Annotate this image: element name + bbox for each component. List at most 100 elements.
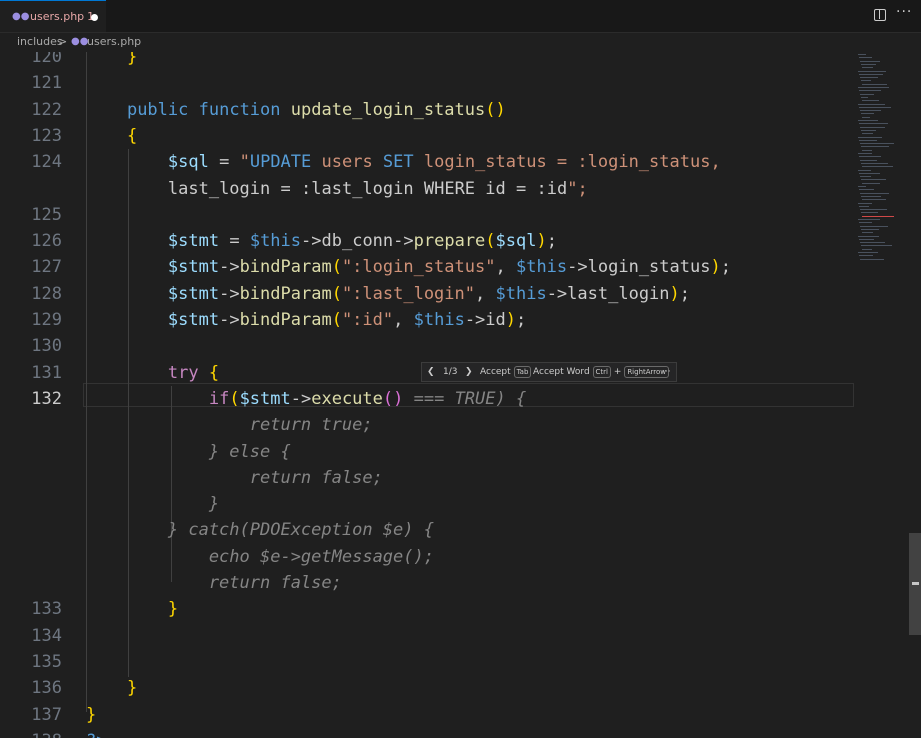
code-text[interactable]: $stmt->bindParam(":login_status", $this-… bbox=[86, 254, 731, 280]
code-line[interactable]: 137} bbox=[0, 702, 854, 728]
minimap-line bbox=[861, 162, 888, 164]
php-elephant-icon: ●● bbox=[12, 11, 30, 22]
breadcrumb: includes > ●● users.php bbox=[0, 32, 921, 52]
minimap-line bbox=[859, 139, 878, 141]
code-line[interactable]: } catch(PDOException $e) { bbox=[0, 517, 854, 543]
minimap-line bbox=[861, 195, 881, 197]
minimap-line bbox=[862, 182, 881, 184]
accept-key: Tab bbox=[513, 366, 532, 378]
minimap-line bbox=[861, 63, 877, 65]
breadcrumb-folder[interactable]: includes bbox=[17, 32, 63, 51]
minimap-line bbox=[860, 143, 894, 145]
code-text[interactable]: } bbox=[86, 596, 178, 622]
code-text[interactable]: } catch(PDOException $e) { bbox=[86, 517, 434, 543]
code-text[interactable]: } bbox=[86, 702, 96, 728]
code-line[interactable]: 124 $sql = "UPDATE users SET login_statu… bbox=[0, 149, 854, 175]
chevron-right-icon[interactable]: ❯ bbox=[465, 363, 473, 381]
minimap-line bbox=[858, 87, 889, 88]
code-line[interactable]: 127 $stmt->bindParam(":login_status", $t… bbox=[0, 254, 854, 280]
code-text[interactable]: try { bbox=[86, 360, 219, 386]
code-line[interactable]: echo $e->getMessage(); bbox=[0, 544, 854, 570]
code-line[interactable]: return false; bbox=[0, 465, 854, 491]
line-number: 136 bbox=[31, 678, 62, 699]
code-line[interactable]: return false; bbox=[0, 570, 854, 596]
code-line[interactable]: } bbox=[0, 491, 854, 517]
minimap-line bbox=[859, 123, 889, 125]
inline-suggestion-toolbar: ❮ 1/3 ❯ Accept Tab Accept Word Ctrl + Ri… bbox=[421, 362, 677, 382]
code-line[interactable]: } else { bbox=[0, 439, 854, 465]
code-text[interactable]: return true; bbox=[86, 412, 373, 438]
minimap-line bbox=[858, 252, 878, 253]
code-line[interactable]: 136 } bbox=[0, 675, 854, 701]
code-text[interactable]: } else { bbox=[86, 439, 291, 465]
breadcrumb-file[interactable]: users.php bbox=[87, 32, 141, 51]
tab-bar: ●● users.php1 ··· bbox=[0, 0, 921, 33]
code-line[interactable]: 129 $stmt->bindParam(":id", $this->id); bbox=[0, 307, 854, 333]
line-number: 133 bbox=[31, 599, 62, 620]
code-line[interactable]: return true; bbox=[0, 412, 854, 438]
code-text[interactable]: } bbox=[86, 675, 137, 701]
code-line[interactable]: 134 bbox=[0, 623, 854, 649]
code-line[interactable]: 121 bbox=[0, 70, 854, 96]
accept-button[interactable]: Accept Tab bbox=[480, 363, 532, 381]
minimap-line bbox=[858, 153, 872, 154]
tab-users-php[interactable]: ●● users.php1 bbox=[0, 0, 106, 32]
code-line[interactable]: 128 $stmt->bindParam(":last_login", $thi… bbox=[0, 281, 854, 307]
minimap-line bbox=[858, 103, 885, 105]
line-number: 124 bbox=[31, 152, 62, 173]
minimap-line bbox=[862, 100, 879, 102]
code-line[interactable]: 133 } bbox=[0, 596, 854, 622]
more-options-button[interactable]: ··· bbox=[662, 363, 671, 381]
code-text[interactable]: return false; bbox=[86, 570, 342, 596]
minimap-line bbox=[859, 205, 869, 207]
minimap-line bbox=[862, 67, 874, 69]
code-line[interactable]: 126 $stmt = $this->db_conn->prepare($sql… bbox=[0, 228, 854, 254]
ctrl-key: Ctrl bbox=[592, 366, 612, 378]
more-actions-icon[interactable]: ··· bbox=[896, 4, 912, 20]
minimap-line bbox=[859, 238, 875, 240]
minimap[interactable] bbox=[854, 52, 909, 738]
minimap-line bbox=[858, 70, 886, 72]
code-text[interactable]: $stmt->bindParam(":last_login", $this->l… bbox=[86, 281, 690, 307]
minimap-line bbox=[859, 222, 872, 224]
unsaved-dot-icon[interactable] bbox=[91, 14, 98, 21]
code-line[interactable]: 120 } bbox=[0, 52, 854, 70]
code-text[interactable]: { bbox=[86, 123, 137, 149]
line-number: 127 bbox=[31, 257, 62, 278]
code-text[interactable]: } bbox=[86, 52, 137, 70]
code-line[interactable]: 135 bbox=[0, 649, 854, 675]
code-line[interactable]: 138 ?> bbox=[0, 728, 854, 738]
code-text[interactable]: } bbox=[86, 491, 219, 517]
code-line[interactable]: 125 bbox=[0, 202, 854, 228]
code-text[interactable]: if($stmt->execute() === TRUE) { bbox=[86, 386, 526, 412]
line-number: 120 bbox=[31, 52, 62, 67]
chevron-left-icon[interactable]: ❮ bbox=[427, 363, 435, 381]
code-text[interactable]: public function update_login_status() bbox=[86, 97, 506, 123]
code-line[interactable]: 123 { bbox=[0, 123, 854, 149]
code-text[interactable]: ?> bbox=[86, 728, 106, 738]
vertical-scrollbar[interactable] bbox=[909, 52, 921, 738]
accept-word-button[interactable]: Accept Word Ctrl + RightArrow bbox=[533, 363, 670, 381]
minimap-line bbox=[862, 83, 888, 85]
code-editor[interactable]: 120 } 121 122 public function update_login… bbox=[0, 52, 854, 738]
breadcrumb-separator: > bbox=[58, 35, 68, 48]
minimap-line bbox=[861, 129, 877, 131]
code-line[interactable]: 130 bbox=[0, 333, 854, 359]
minimap-line bbox=[860, 159, 877, 161]
code-text[interactable]: last_login = :last_login WHERE id = :id"… bbox=[86, 176, 588, 202]
minimap-line bbox=[862, 215, 895, 217]
code-text[interactable]: return false; bbox=[86, 465, 383, 491]
code-text[interactable]: $sql = "UPDATE users SET login_status = … bbox=[86, 149, 721, 175]
code-line[interactable]: 132 if($stmt->execute() === TRUE) { bbox=[0, 386, 854, 412]
minimap-line bbox=[859, 255, 873, 257]
code-text[interactable]: echo $e->getMessage(); bbox=[86, 544, 434, 570]
line-number: 137 bbox=[31, 704, 62, 725]
split-editor-icon[interactable] bbox=[874, 9, 886, 21]
code-text[interactable]: $stmt->bindParam(":id", $this->id); bbox=[86, 307, 526, 333]
minimap-line bbox=[862, 116, 871, 118]
code-text[interactable]: $stmt = $this->db_conn->prepare($sql); bbox=[86, 228, 557, 254]
minimap-line bbox=[861, 212, 878, 214]
code-line[interactable]: last_login = :last_login WHERE id = :id"… bbox=[0, 176, 854, 202]
code-line[interactable]: 122 public function update_login_status(… bbox=[0, 97, 854, 123]
minimap-line bbox=[861, 179, 887, 181]
